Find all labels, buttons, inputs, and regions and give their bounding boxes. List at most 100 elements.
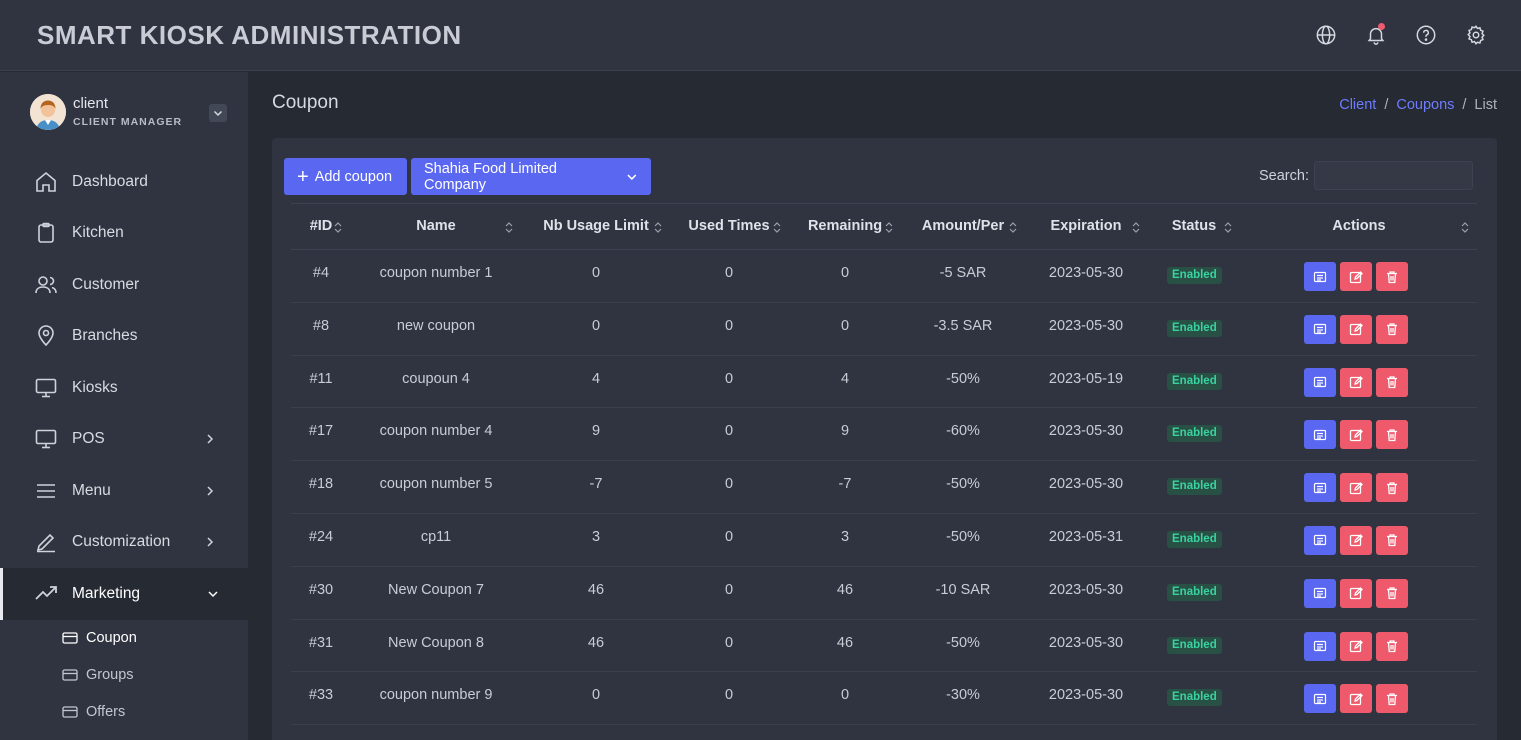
cell-limit: 3 [591,528,601,545]
delete-button[interactable] [1376,262,1408,291]
delete-button[interactable] [1376,631,1408,661]
sidebar-item-kitchen[interactable]: Kitchen [0,208,248,260]
cell-expiration: 2023-05-30 [1048,317,1124,334]
edit-button[interactable] [1340,525,1372,555]
column-header-id[interactable]: #ID [310,218,333,234]
sort-icon[interactable] [1460,221,1470,234]
add-coupon-button[interactable]: + Add coupon [284,158,407,195]
edit-button[interactable] [1340,314,1372,344]
card-icon [62,630,78,646]
card-icon [62,667,78,683]
cell-used: 0 [724,476,734,493]
column-header-remaining[interactable]: Remaining [808,218,882,234]
sort-icon[interactable] [772,221,782,234]
sidebar-item-pos[interactable]: POS [0,414,248,466]
cell-amount: -60% [946,423,980,440]
chevron-right-icon [204,536,216,548]
edit-button[interactable] [1340,631,1372,661]
view-button[interactable] [1304,578,1336,608]
sort-icon[interactable] [1008,221,1018,234]
sidebar-item-label: POS [72,430,105,448]
cell-expiration: 2023-05-19 [1048,370,1124,387]
pen-icon [34,530,58,554]
view-button[interactable] [1304,420,1336,450]
trash-icon [1387,482,1397,494]
table-body: #4 coupon number 1 0 0 0 -5 SAR 2023-05-30 Enab… [291,250,1477,726]
cell-amount: -50% [946,634,980,651]
column-header-status[interactable]: Status [1172,218,1216,234]
delete-button[interactable] [1376,525,1408,555]
delete-button[interactable] [1376,473,1408,503]
column-header-name[interactable]: Name [416,218,456,234]
view-button[interactable] [1304,631,1336,661]
sort-icon[interactable] [653,221,663,234]
sort-icon[interactable] [504,221,514,234]
sort-icon[interactable] [333,221,343,234]
sidebar-item-dashboard[interactable]: Dashboard [0,156,248,208]
column-header-used-times[interactable]: Used Times [688,218,769,234]
card-icon [62,704,78,720]
globe-icon[interactable] [1315,24,1337,46]
users-icon [34,273,58,297]
cell-expiration: 2023-05-30 [1048,423,1124,440]
coupon-table-card: + Add coupon Shahia Food Limited Company… [272,138,1497,740]
delete-button[interactable] [1376,314,1408,344]
view-button[interactable] [1304,473,1336,503]
view-button[interactable] [1304,314,1336,344]
column-header-amount[interactable]: Amount/Per [922,218,1004,234]
monitor-icon [34,376,58,400]
sort-icon[interactable] [884,221,894,234]
bell-icon[interactable] [1365,23,1387,46]
column-header-usage-limit[interactable]: Nb Usage Limit [543,218,649,234]
column-header-expiration[interactable]: Expiration [1051,218,1122,234]
sort-icon[interactable] [1131,221,1141,234]
sidebar-subitem-offers[interactable]: Offers [0,694,248,731]
sidebar-item-label: Kiosks [72,378,118,396]
cell-remaining: 0 [840,317,850,334]
view-button[interactable] [1304,525,1336,555]
help-icon[interactable] [1415,24,1437,46]
edit-icon [1349,692,1363,706]
view-button[interactable] [1304,367,1336,397]
company-select-button[interactable]: Shahia Food Limited Company [411,158,651,195]
edit-button[interactable] [1340,684,1372,714]
sidebar-subitem-groups[interactable]: Groups [0,657,248,694]
status-badge: Enabled [1167,372,1222,390]
edit-button[interactable] [1340,367,1372,397]
gear-icon[interactable] [1465,24,1487,46]
sidebar-item-customer[interactable]: Customer [0,259,248,311]
edit-icon [1349,376,1363,389]
user-profile[interactable]: client CLIENT MANAGER [30,94,230,134]
view-button[interactable] [1304,684,1336,714]
cell-limit: 46 [587,634,605,651]
cell-amount: -10 SAR [935,581,991,598]
user-menu-toggle[interactable] [209,104,227,122]
edit-icon [1349,481,1363,494]
view-button[interactable] [1304,262,1336,291]
edit-button[interactable] [1340,578,1372,608]
breadcrumb-client[interactable]: Client [1339,97,1376,113]
edit-button[interactable] [1340,262,1372,291]
cell-name: coupon number 1 [379,265,493,281]
cell-amount: -5 SAR [939,265,987,281]
delete-button[interactable] [1376,367,1408,397]
sidebar-item-branches[interactable]: Branches [0,311,248,363]
sort-icon[interactable] [1223,221,1233,234]
delete-button[interactable] [1376,420,1408,450]
trash-icon [1387,534,1397,547]
sidebar-item-label: Marketing [72,584,141,602]
sidebar-subitem-coupon[interactable]: Coupon [0,620,248,657]
edit-button[interactable] [1340,473,1372,503]
sidebar-item-kiosks[interactable]: Kiosks [0,362,248,414]
sidebar-item-marketing[interactable]: Marketing [0,568,248,620]
sidebar-item-customization[interactable]: Customization [0,517,248,569]
delete-button[interactable] [1376,578,1408,608]
delete-button[interactable] [1376,684,1408,714]
column-header-actions[interactable]: Actions [1332,218,1385,234]
edit-button[interactable] [1340,420,1372,450]
breadcrumb-coupons[interactable]: Coupons [1396,97,1454,113]
cell-limit: 9 [591,423,601,440]
sidebar-item-menu[interactable]: Menu [0,465,248,517]
user-name: client [73,95,109,112]
search-input[interactable] [1314,161,1473,190]
